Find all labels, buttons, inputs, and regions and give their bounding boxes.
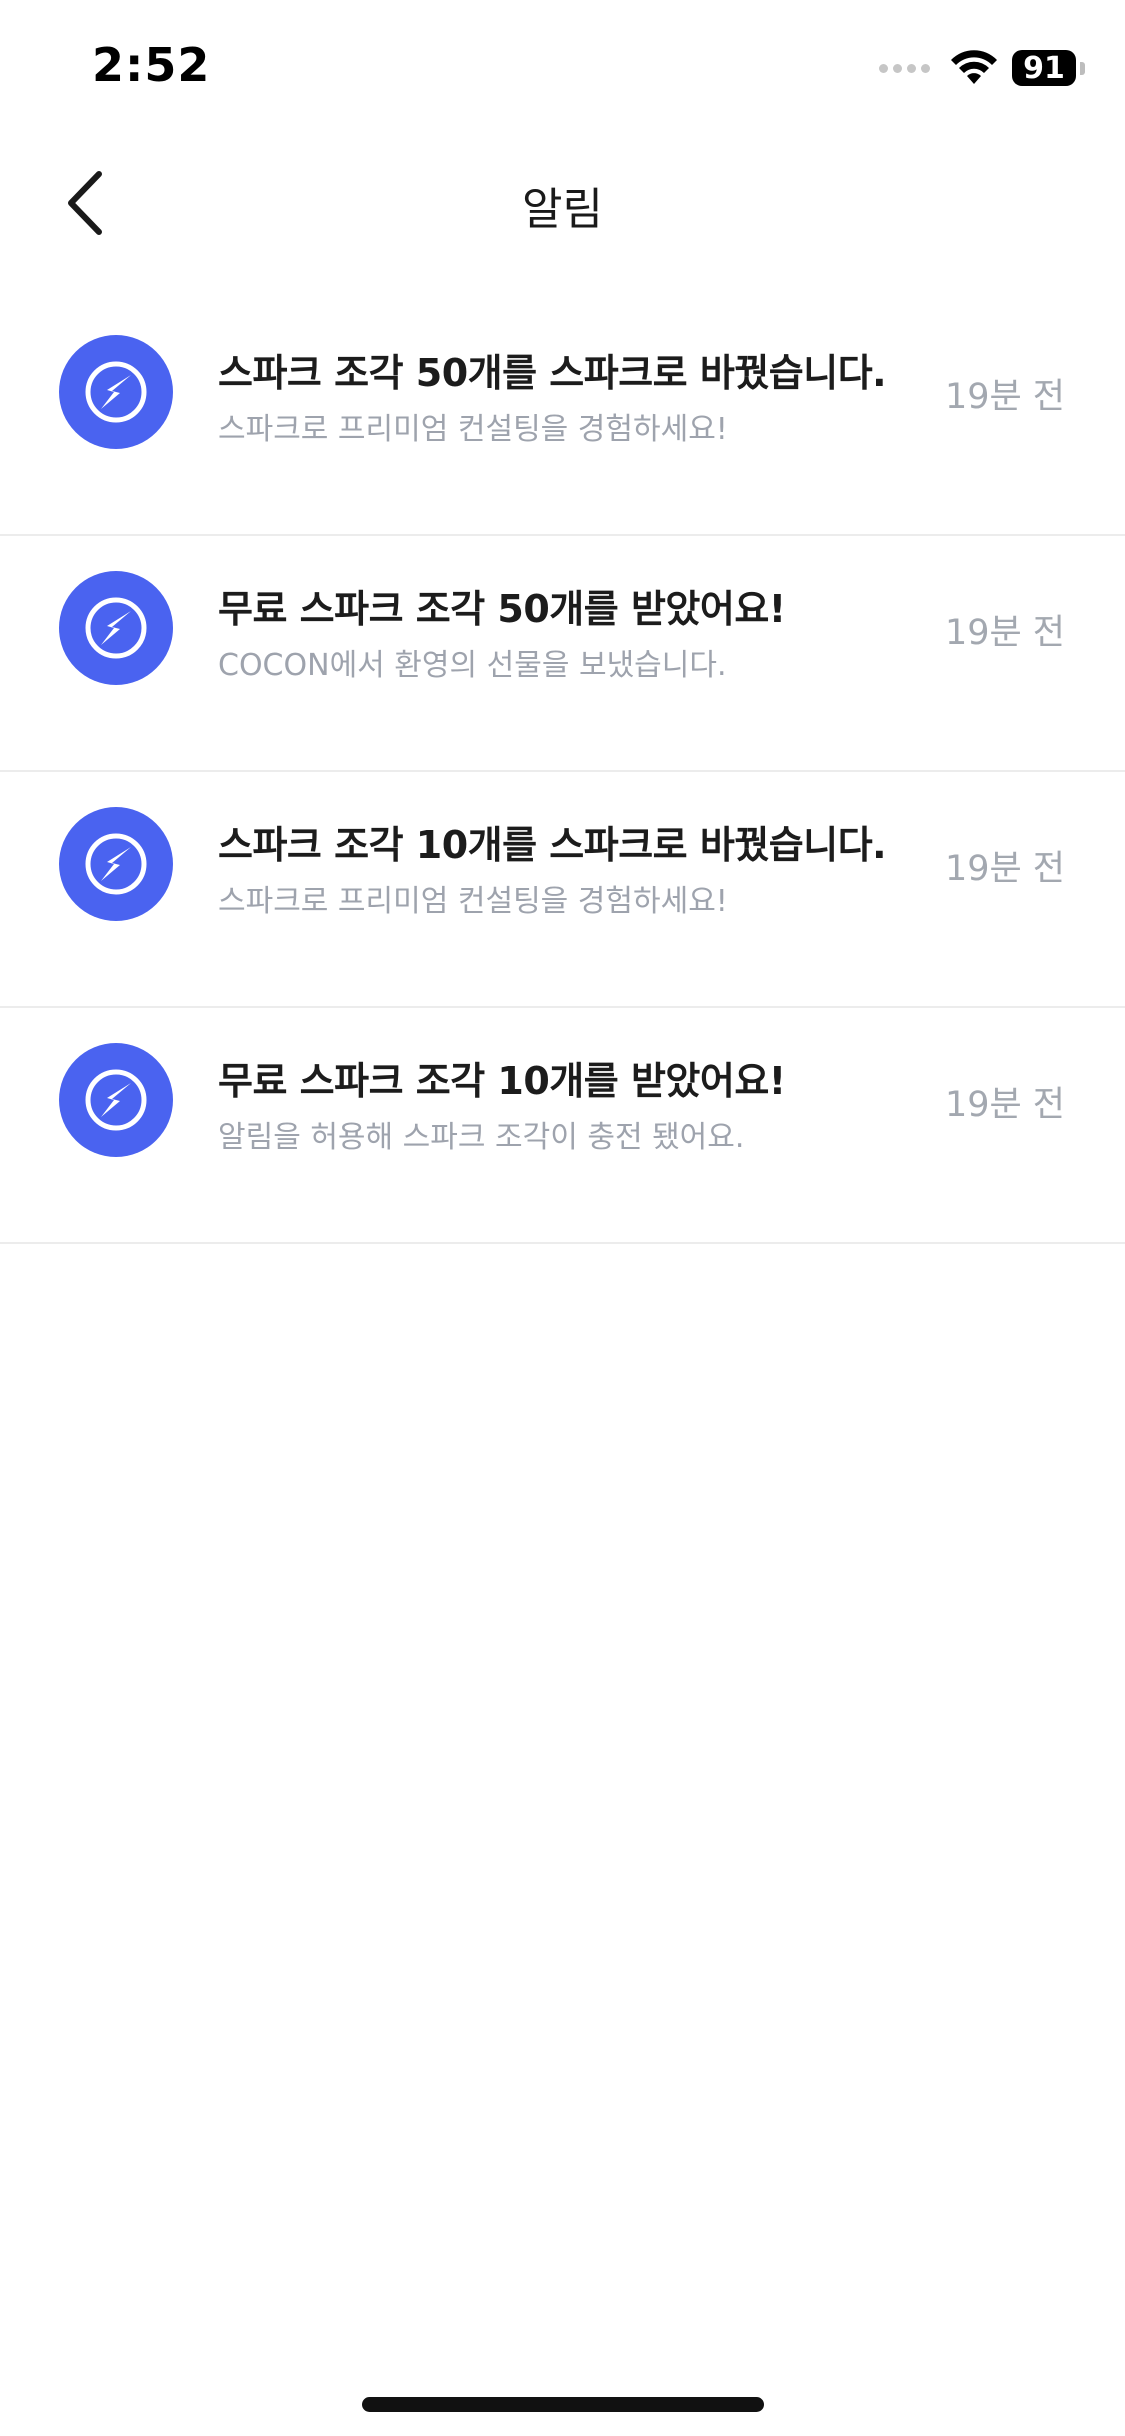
notification-item[interactable]: 무료 스파크 조각 10개를 받았어요! 알림을 허용해 스파크 조각이 충전 … (0, 1008, 1125, 1244)
spark-icon (59, 335, 173, 449)
battery-icon: 91 (1012, 50, 1076, 86)
notification-time: 19분 전 (944, 1085, 1065, 1125)
spark-icon (59, 807, 173, 921)
spark-icon (59, 1043, 173, 1157)
notification-subtitle: 스파크로 프리미엄 컨설팅을 경험하세요! (218, 412, 728, 447)
notification-title: 무료 스파크 조각 50개를 받았어요! (218, 587, 786, 631)
battery-level: 91 (1023, 50, 1065, 86)
notification-list: 스파크 조각 50개를 스파크로 바꿨습니다. 스파크로 프리미엄 컨설팅을 경… (0, 300, 1125, 1244)
notification-title: 무료 스파크 조각 10개를 받았어요! (218, 1059, 786, 1103)
notification-title: 스파크 조각 50개를 스파크로 바꿨습니다. (218, 351, 887, 395)
notification-item[interactable]: 무료 스파크 조각 50개를 받았어요! COCON에서 환영의 선물을 보냈습… (0, 536, 1125, 772)
wifi-icon (951, 50, 997, 84)
notification-item[interactable]: 스파크 조각 50개를 스파크로 바꿨습니다. 스파크로 프리미엄 컨설팅을 경… (0, 300, 1125, 536)
battery-tip (1080, 61, 1085, 75)
notification-time: 19분 전 (944, 849, 1065, 889)
notification-time: 19분 전 (944, 613, 1065, 653)
header: 알림 (0, 145, 1125, 260)
notification-title: 스파크 조각 10개를 스파크로 바꿨습니다. (218, 823, 887, 867)
notification-subtitle: 스파크로 프리미엄 컨설팅을 경험하세요! (218, 884, 728, 919)
notification-subtitle: 알림을 허용해 스파크 조각이 충전 됐어요. (218, 1120, 745, 1155)
notification-item[interactable]: 스파크 조각 10개를 스파크로 바꿨습니다. 스파크로 프리미엄 컨설팅을 경… (0, 772, 1125, 1008)
notification-subtitle: COCON에서 환영의 선물을 보냈습니다. (218, 648, 727, 683)
status-icons: 91 (879, 46, 1085, 90)
spark-icon (59, 571, 173, 685)
cellular-signal-icon (879, 63, 930, 73)
status-bar: 2:52 91 (0, 0, 1125, 135)
notification-time: 19분 전 (944, 377, 1065, 417)
status-time: 2:52 (92, 38, 211, 92)
page-title: 알림 (522, 184, 603, 235)
home-indicator[interactable] (362, 2397, 764, 2412)
